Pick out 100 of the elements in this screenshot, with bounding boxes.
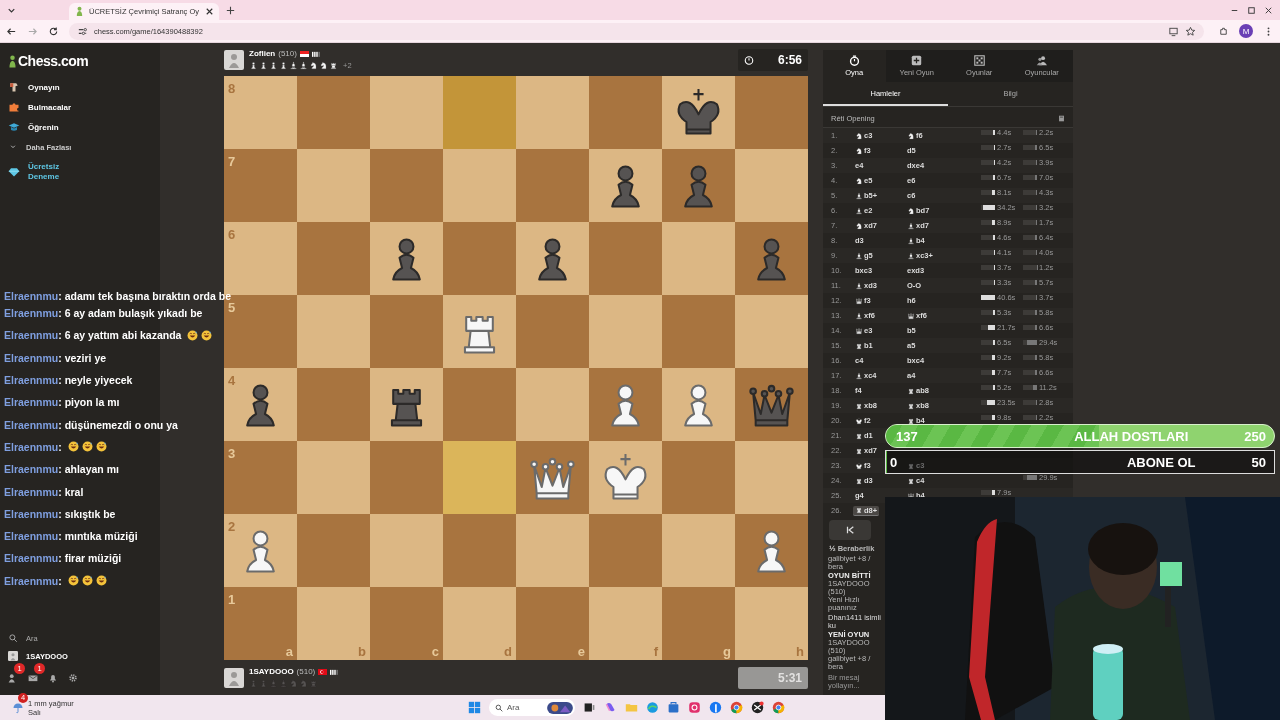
chat-message: Elraennmu:	[4, 569, 107, 592]
graduation-cap-icon	[8, 121, 20, 133]
new-tab-icon[interactable]	[225, 4, 236, 16]
clock-time: 6:56	[777, 52, 802, 67]
store-icon[interactable]	[667, 701, 680, 714]
rook-icon	[309, 679, 318, 688]
board-square[interactable]	[735, 222, 808, 295]
chat-message: Elraennmu: düşünemezdi o onu ya	[4, 417, 179, 433]
umbrella-icon[interactable]	[12, 701, 24, 714]
laughing-emoji-icon	[67, 575, 79, 587]
avatar-icon	[224, 667, 244, 688]
rook-icon	[855, 431, 863, 440]
rook-icon	[329, 61, 338, 70]
file-label: b	[358, 644, 366, 659]
goal-label: ABONE OL	[1126, 454, 1196, 470]
rook-icon	[855, 506, 863, 514]
hand-icon	[8, 81, 20, 93]
flag-icon	[318, 668, 328, 675]
board-square[interactable]	[735, 514, 808, 587]
app-icon[interactable]	[751, 701, 764, 714]
file-label: c	[431, 644, 439, 659]
bishop-icon	[855, 281, 863, 290]
chat-message: Elraennmu: sıkıştık be	[4, 506, 117, 522]
board-square[interactable]	[735, 368, 808, 441]
camera-icon[interactable]	[688, 701, 701, 714]
nav-item[interactable]: Ücretsiz Deneme	[8, 157, 160, 187]
bell-icon[interactable]	[48, 673, 58, 683]
clock-time: 5:31	[777, 670, 802, 685]
file-label: f	[653, 644, 658, 659]
nav-item[interactable]: Oynayın	[8, 77, 160, 97]
file-label: e	[577, 644, 585, 659]
bishop-icon	[279, 679, 288, 688]
mail-icon[interactable]	[28, 673, 38, 683]
nav-item[interactable]: Öğrenin	[8, 117, 160, 137]
board-square[interactable]	[516, 222, 589, 295]
start-icon[interactable]	[468, 701, 481, 714]
browser-icon[interactable]	[646, 701, 659, 714]
bishop-icon	[907, 251, 915, 260]
board-square[interactable]	[443, 295, 516, 368]
diamond-icon	[8, 166, 20, 178]
board-square[interactable]	[589, 441, 662, 514]
laughing-emoji-icon	[95, 441, 107, 453]
laughing-emoji-icon	[81, 441, 93, 453]
rank-label: 5	[228, 301, 236, 315]
knight-icon	[855, 176, 863, 185]
search-field[interactable]: Ara	[489, 699, 575, 716]
bishop-icon	[907, 236, 915, 245]
close-icon[interactable]	[204, 6, 215, 17]
board-square[interactable]	[589, 149, 662, 222]
player-rating: (510)	[278, 49, 297, 58]
board-square[interactable]	[662, 76, 735, 149]
goal-target: 50	[1251, 454, 1266, 470]
rook-icon	[907, 461, 915, 470]
book-icon[interactable]	[1058, 114, 1065, 122]
chat-message: Elraennmu: firar müziği	[4, 551, 123, 567]
rank-label: 1	[228, 593, 236, 607]
plus-square-icon	[911, 55, 923, 66]
rook-icon	[907, 416, 915, 425]
pawn-icon	[259, 679, 268, 688]
board-square[interactable]	[662, 149, 735, 222]
rank-label: 3	[228, 447, 236, 461]
player-name[interactable]: 1SAYDOOO	[249, 667, 294, 676]
signal-icon	[330, 668, 341, 675]
chrome-icon[interactable]	[730, 701, 743, 714]
logo[interactable]: Chess.com	[18, 53, 89, 69]
reload-icon[interactable]	[48, 25, 59, 37]
pawn-icon	[249, 679, 258, 688]
chrome-icon[interactable]	[772, 701, 785, 714]
king-icon	[855, 416, 863, 425]
player-name[interactable]: Zoflien	[249, 49, 276, 58]
board-square[interactable]	[589, 368, 662, 441]
bishop-icon	[299, 61, 308, 70]
install-icon[interactable]	[1168, 25, 1179, 37]
bishop-icon	[269, 679, 278, 688]
knight-icon	[855, 221, 863, 230]
first-move-button[interactable]	[829, 520, 871, 540]
board-square[interactable]	[662, 368, 735, 441]
chat-message: Elraennmu: neyle yiyecek	[4, 373, 134, 389]
goal-count: 137	[896, 428, 918, 444]
nav-item[interactable]: Bulmacalar	[8, 97, 160, 117]
task-view-icon[interactable]	[583, 701, 596, 714]
site-info-icon[interactable]	[77, 25, 88, 37]
file-label: g	[723, 644, 731, 659]
rook-icon	[907, 401, 915, 410]
rank-label: 7	[228, 155, 236, 169]
checkerboard-icon	[973, 55, 985, 66]
board-square[interactable]	[370, 222, 443, 295]
restore-icon[interactable]	[1246, 4, 1257, 16]
board-square[interactable]	[370, 368, 443, 441]
avatar-icon	[224, 49, 244, 70]
goal-count: 0	[890, 454, 898, 470]
timer-icon	[744, 54, 754, 65]
star-icon[interactable]	[1185, 25, 1196, 37]
king-icon	[855, 461, 863, 470]
board-square[interactable]	[516, 441, 589, 514]
profile-avatar[interactable]: M	[1239, 24, 1253, 38]
settings-icon[interactable]	[68, 673, 78, 683]
goal-target: 250	[1244, 428, 1266, 444]
chat-message: Elraennmu: ahlayan mı	[4, 462, 120, 478]
rank-label: 6	[228, 228, 236, 242]
